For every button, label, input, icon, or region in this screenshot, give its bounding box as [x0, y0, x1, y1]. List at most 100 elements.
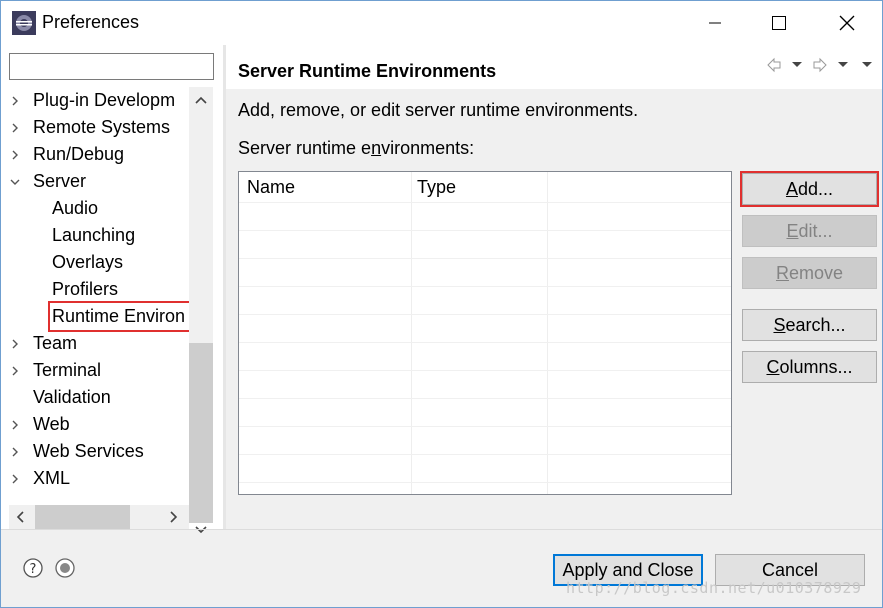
tree-item-label: Web [33, 414, 70, 434]
tree-item-label: Audio [52, 198, 99, 218]
tree-item-label: Server [33, 171, 87, 191]
tree-item-label: Runtime Environ [48, 301, 189, 332]
forward-menu-chevron-down-icon[interactable] [838, 62, 848, 67]
tree-item-team[interactable]: Team [9, 330, 189, 357]
table-row[interactable] [239, 202, 731, 203]
columns-button[interactable]: Columns... [742, 351, 877, 383]
add-button[interactable]: Add... [740, 171, 879, 207]
minimize-button[interactable] [683, 1, 747, 45]
table-row[interactable] [239, 314, 731, 315]
horizontal-scroll-thumb[interactable] [35, 505, 130, 529]
vertical-scroll-thumb[interactable] [189, 343, 213, 523]
chevron-right-icon[interactable] [9, 338, 21, 350]
tree-item-terminal[interactable]: Terminal [9, 357, 189, 384]
column-header-type[interactable]: Type [417, 177, 456, 198]
table-row[interactable] [239, 482, 731, 483]
tree-item-profilers[interactable]: Profilers [9, 276, 189, 303]
tree-item-label: Validation [33, 387, 111, 407]
chevron-right-icon[interactable] [9, 419, 21, 431]
page-header: Server Runtime Environments [226, 45, 882, 89]
chevron-right-icon[interactable] [9, 95, 21, 107]
back-menu-chevron-down-icon[interactable] [792, 62, 802, 67]
forward-arrow-icon[interactable] [813, 57, 827, 73]
back-arrow-icon[interactable] [767, 57, 781, 73]
runtime-environments-table[interactable]: Name Type [238, 171, 732, 495]
tree-item-server[interactable]: Server [9, 168, 189, 195]
table-row[interactable] [239, 454, 731, 455]
columns-mnemonic: C [766, 356, 780, 377]
import-export-preferences-icon[interactable] [55, 558, 75, 578]
tree-item-label: Team [33, 333, 78, 353]
chevron-right-icon[interactable] [9, 365, 21, 377]
preferences-tree: Plug-in Developm Remote Systems Run/Debug S… [9, 87, 189, 501]
tree-vertical-scrollbar[interactable] [189, 87, 213, 534]
tree-item-label: Plug-in Developm [33, 90, 176, 110]
table-row[interactable] [239, 342, 731, 343]
column-header-name[interactable]: Name [247, 177, 295, 198]
remove-label: emove [788, 262, 844, 283]
list-label-part: vironments: [381, 138, 475, 158]
page-title: Server Runtime Environments [238, 61, 497, 81]
tree-item-remote-systems[interactable]: Remote Systems [9, 114, 189, 141]
scroll-up-icon[interactable] [195, 95, 207, 105]
tree-item-runtime-environ[interactable]: Runtime Environ [9, 301, 189, 332]
chevron-down-icon[interactable] [9, 176, 21, 188]
chevron-right-icon[interactable] [9, 473, 21, 485]
edit-label: dit... [798, 220, 833, 241]
add-label: dd... [797, 178, 834, 199]
chevron-right-icon[interactable] [9, 149, 21, 161]
minimize-icon [709, 22, 721, 24]
tree-item-label: Launching [52, 225, 136, 245]
column-separator[interactable] [547, 172, 548, 494]
chevron-right-icon[interactable] [9, 122, 21, 134]
eclipse-app-icon [12, 11, 36, 35]
view-menu-icon[interactable] [862, 62, 872, 67]
tree-item-web-services[interactable]: Web Services [9, 438, 189, 465]
tree-item-label: Profilers [52, 279, 119, 299]
close-button[interactable] [815, 1, 879, 45]
tree-item-launching[interactable]: Launching [9, 222, 189, 249]
scroll-right-icon[interactable] [169, 511, 179, 523]
runtime-list-label: Server runtime environments: [238, 138, 474, 159]
search-button[interactable]: Search... [742, 309, 877, 341]
preferences-window: Preferences Plug-in Developm Remote Syste… [0, 0, 883, 608]
columns-label: olumns... [779, 356, 853, 377]
tree-item-label: Remote Systems [33, 117, 171, 137]
tree-item-label: Web Services [33, 441, 144, 461]
column-separator[interactable] [411, 172, 412, 494]
maximize-button[interactable] [747, 1, 811, 45]
scroll-down-icon[interactable] [195, 525, 207, 535]
page-navigation [767, 57, 872, 73]
chevron-right-icon[interactable] [9, 446, 21, 458]
remove-button[interactable]: Remove [742, 257, 877, 289]
list-label-mnemonic: n [371, 138, 382, 158]
edit-button[interactable]: Edit... [742, 215, 877, 247]
footer-separator [1, 529, 882, 530]
filter-input[interactable] [9, 53, 214, 80]
table-row[interactable] [239, 426, 731, 427]
table-row[interactable] [239, 398, 731, 399]
table-row[interactable] [239, 258, 731, 259]
tree-item-xml[interactable]: XML [9, 465, 189, 492]
window-title: Preferences [42, 12, 140, 32]
tree-item-audio[interactable]: Audio [9, 195, 189, 222]
table-row[interactable] [239, 286, 731, 287]
table-row[interactable] [239, 230, 731, 231]
search-mnemonic: S [773, 314, 786, 335]
tree-item-validation[interactable]: Validation [9, 384, 189, 411]
search-label: earch... [785, 314, 846, 335]
table-row[interactable] [239, 370, 731, 371]
tree-item-overlays[interactable]: Overlays [9, 249, 189, 276]
add-mnemonic: A [785, 178, 798, 199]
help-icon[interactable]: ? [23, 558, 43, 578]
tree-item-plug-in-developm[interactable]: Plug-in Developm [9, 87, 189, 114]
tree-item-web[interactable]: Web [9, 411, 189, 438]
tree-item-run-debug[interactable]: Run/Debug [9, 141, 189, 168]
tree-item-label: XML [33, 468, 71, 488]
scroll-left-icon[interactable] [15, 511, 25, 523]
tree-horizontal-scrollbar[interactable] [9, 505, 189, 529]
tree-item-label: Terminal [33, 360, 102, 380]
svg-text:?: ? [30, 562, 37, 577]
title-bar[interactable]: Preferences [1, 1, 882, 45]
list-label-part: Server runtime e [238, 138, 372, 158]
